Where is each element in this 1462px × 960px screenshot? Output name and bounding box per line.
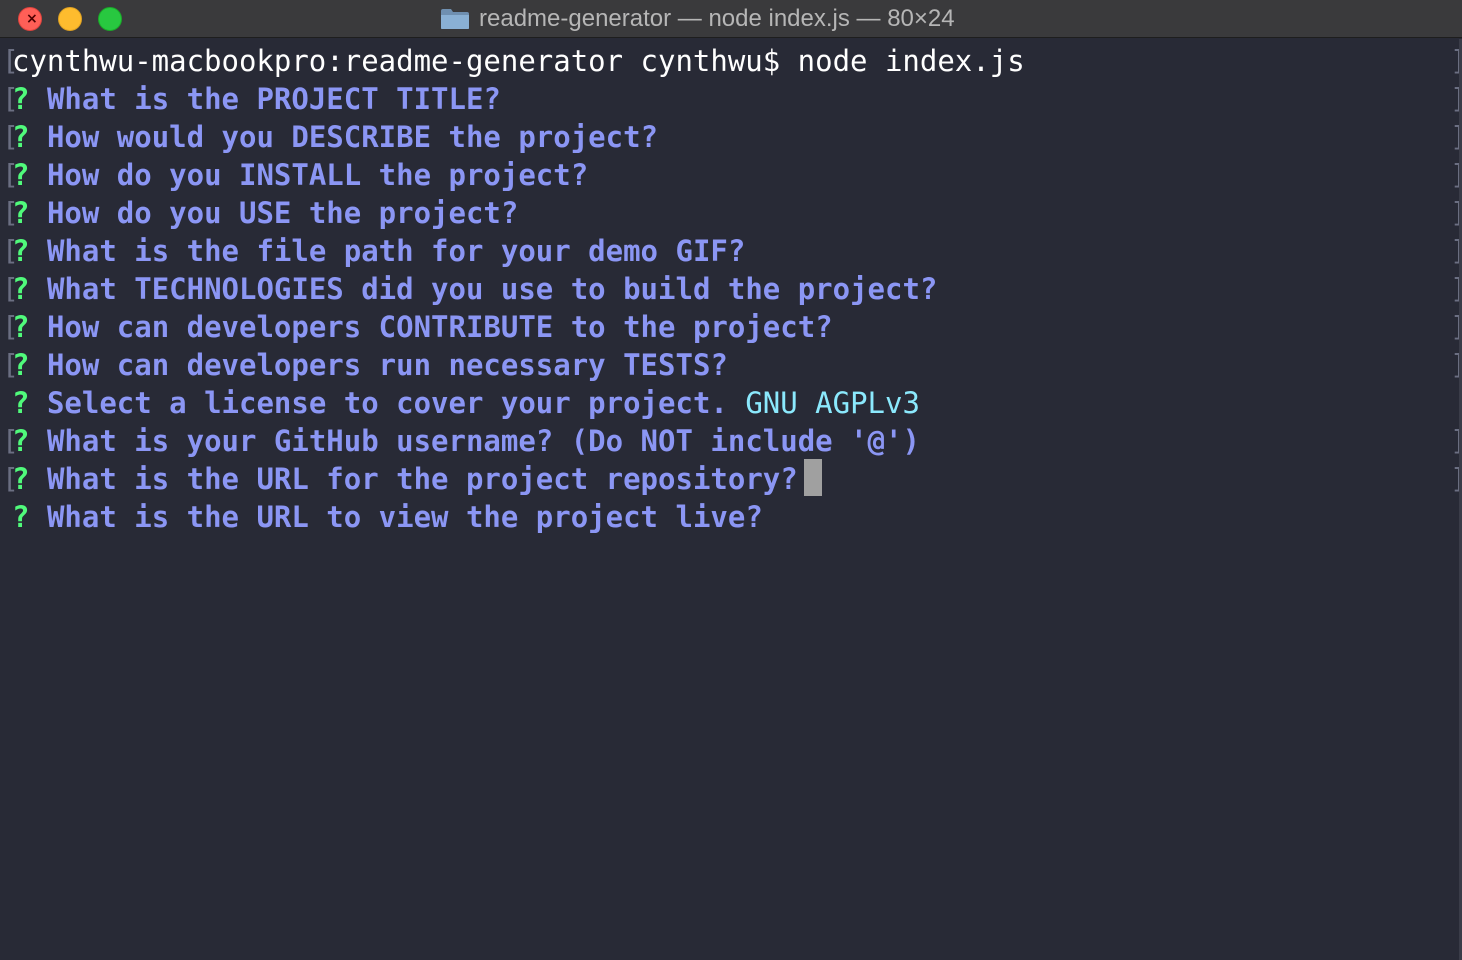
question-line: ? What is the URL to view the project li… [12,498,763,536]
question-text: What is your GitHub username? (Do NOT in… [46,424,920,458]
question-mark: ? [12,158,30,192]
question-text: What is the URL for the project reposito… [46,462,798,496]
question-text: How can developers run necessary TESTS? [46,348,728,382]
zoom-window-button[interactable] [98,7,122,31]
question-line: ? How can developers run necessary TESTS… [12,346,728,384]
close-window-button[interactable]: × [18,7,42,31]
window-title: readme-generator — node index.js — 80×24 [479,5,955,32]
question-mark: ? [12,348,30,382]
text-cursor [804,459,822,496]
window-title-group: readme-generator — node index.js — 80×24 [440,4,955,34]
question-text: How do you USE the project? [46,196,519,230]
question-mark: ? [12,120,30,154]
question-text: How do you INSTALL the project? [46,158,589,192]
question-mark: ? [12,310,30,344]
question-mark: ? [12,386,30,420]
question-line: ? What is the URL for the project reposi… [12,460,798,498]
question-text: Select a license to cover your project. [46,386,728,420]
answer-text: GNU AGPLv3 [745,386,920,420]
question-line: ? Select a license to cover your project… [12,384,920,422]
minimize-window-button[interactable] [58,7,82,31]
question-mark: ? [12,234,30,268]
question-line: ? What TECHNOLOGIES did you use to build… [12,270,937,308]
question-text: What TECHNOLOGIES did you use to build t… [46,272,938,306]
question-line: ? What is the file path for your demo GI… [12,232,745,270]
question-line: ? How can developers CONTRIBUTE to the p… [12,308,833,346]
question-text: How would you DESCRIBE the project? [46,120,659,154]
question-mark: ? [12,196,30,230]
question-mark: ? [12,272,30,306]
title-bar[interactable]: × readme-generator — node index.js — 80×… [0,0,1462,38]
question-text: How can developers CONTRIBUTE to the pro… [46,310,833,344]
question-mark: ? [12,500,30,534]
terminal-output[interactable]: [ cynthwu-macbookpro:readme-generator cy… [0,39,1462,960]
terminal-window: × readme-generator — node index.js — 80×… [0,0,1462,960]
question-line: ? How do you INSTALL the project? [12,156,588,194]
question-mark: ? [12,82,30,116]
question-text: What is the file path for your demo GIF? [46,234,746,268]
question-mark: ? [12,462,30,496]
question-line: ? What is your GitHub username? (Do NOT … [12,422,920,460]
question-line: ? What is the PROJECT TITLE? [12,80,501,118]
question-text: What is the PROJECT TITLE? [46,82,501,116]
question-line: ? How would you DESCRIBE the project? [12,118,658,156]
close-icon: × [26,11,38,27]
folder-icon [441,9,469,29]
shell-prompt-line: cynthwu-macbookpro:readme-generator cynt… [12,44,1025,78]
question-line: ? How do you USE the project? [12,194,518,232]
question-mark: ? [12,424,30,458]
question-text: What is the URL to view the project live… [46,500,763,534]
